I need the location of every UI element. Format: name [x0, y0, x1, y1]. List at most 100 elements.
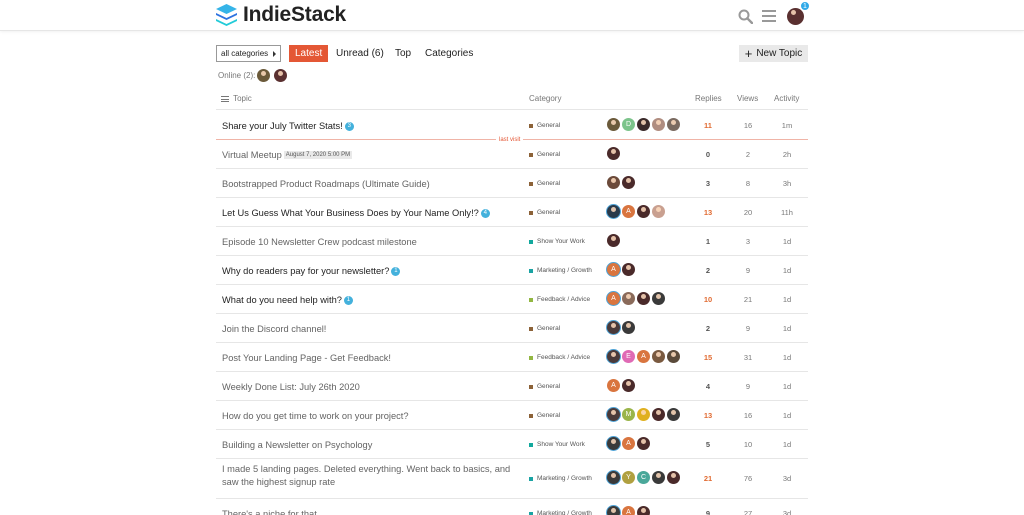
topic-title-link[interactable]: Building a Newsletter on Psychology: [222, 439, 518, 452]
poster-avatar[interactable]: [607, 321, 620, 334]
replies-count[interactable]: 15: [693, 353, 723, 362]
poster-avatar[interactable]: [637, 506, 650, 515]
poster-avatar[interactable]: M: [622, 408, 635, 421]
replies-count[interactable]: 4: [693, 382, 723, 391]
column-activity[interactable]: Activity: [774, 94, 799, 103]
column-topic[interactable]: Topic: [221, 94, 252, 103]
category-badge[interactable]: Show Your Work: [529, 238, 585, 245]
poster-avatar[interactable]: [652, 205, 665, 218]
poster-avatar[interactable]: [622, 321, 635, 334]
activity-time[interactable]: 2h: [772, 150, 802, 159]
online-user-avatar[interactable]: [257, 69, 271, 82]
online-user-avatar[interactable]: [274, 69, 288, 82]
activity-time[interactable]: 1d: [772, 266, 802, 275]
replies-count[interactable]: 13: [693, 411, 723, 420]
poster-avatar[interactable]: C: [637, 471, 650, 484]
replies-count[interactable]: 11: [693, 121, 723, 130]
topic-title-link[interactable]: Virtual Meetup August 7, 2020 5:00 PM: [222, 149, 518, 162]
unread-count-badge[interactable]: 3: [344, 122, 354, 132]
poster-avatar[interactable]: A: [607, 379, 620, 392]
poster-avatar[interactable]: A: [607, 292, 620, 305]
topic-title-link[interactable]: Bootstrapped Product Roadmaps (Ultimate …: [222, 178, 518, 191]
category-badge[interactable]: General: [529, 209, 560, 216]
activity-time[interactable]: 1d: [772, 382, 802, 391]
category-badge[interactable]: General: [529, 180, 560, 187]
poster-avatar[interactable]: [607, 234, 620, 247]
category-badge[interactable]: Show Your Work: [529, 441, 585, 448]
unread-count-badge[interactable]: 1: [391, 267, 401, 277]
poster-avatar[interactable]: [637, 292, 650, 305]
tab-categories[interactable]: Categories: [425, 45, 473, 62]
new-topic-button[interactable]: + New Topic: [739, 45, 808, 62]
activity-time[interactable]: 1d: [772, 440, 802, 449]
activity-time[interactable]: 1m: [772, 121, 802, 130]
topic-title-link[interactable]: I made 5 landing pages. Deleted everythi…: [222, 463, 518, 489]
category-badge[interactable]: General: [529, 412, 560, 419]
replies-count[interactable]: 1: [693, 237, 723, 246]
activity-time[interactable]: 1d: [772, 237, 802, 246]
category-select[interactable]: all categories: [216, 45, 281, 62]
poster-avatar[interactable]: [637, 408, 650, 421]
poster-avatar[interactable]: [607, 408, 620, 421]
activity-time[interactable]: 3d: [772, 509, 802, 515]
poster-avatar[interactable]: [607, 176, 620, 189]
poster-avatar[interactable]: A: [622, 506, 635, 515]
poster-avatar[interactable]: [607, 506, 620, 515]
replies-count[interactable]: 10: [693, 295, 723, 304]
activity-time[interactable]: 3h: [772, 179, 802, 188]
topic-title-link[interactable]: Post Your Landing Page - Get Feedback!: [222, 352, 518, 365]
topic-title-link[interactable]: Weekly Done List: July 26th 2020: [222, 381, 518, 394]
poster-avatar[interactable]: [607, 471, 620, 484]
topic-title-link[interactable]: Share your July Twitter Stats! 3: [222, 120, 518, 133]
topic-title-link[interactable]: How do you get time to work on your proj…: [222, 410, 518, 423]
poster-avatar[interactable]: [622, 263, 635, 276]
activity-time[interactable]: 1d: [772, 353, 802, 362]
tab-top[interactable]: Top: [395, 45, 411, 62]
poster-avatar[interactable]: [622, 292, 635, 305]
poster-avatar[interactable]: [652, 471, 665, 484]
poster-avatar[interactable]: E: [622, 350, 635, 363]
replies-count[interactable]: 3: [693, 179, 723, 188]
unread-count-badge[interactable]: 4: [480, 209, 490, 219]
category-badge[interactable]: General: [529, 325, 560, 332]
poster-avatar[interactable]: A: [637, 350, 650, 363]
activity-time[interactable]: 1d: [772, 411, 802, 420]
poster-avatar[interactable]: [607, 437, 620, 450]
poster-avatar[interactable]: [652, 118, 665, 131]
poster-avatar[interactable]: [667, 118, 680, 131]
replies-count[interactable]: 5: [693, 440, 723, 449]
topic-title-link[interactable]: There's a niche for that: [222, 508, 518, 515]
search-button[interactable]: [734, 5, 756, 27]
replies-count[interactable]: 2: [693, 266, 723, 275]
category-badge[interactable]: Feedback / Advice: [529, 354, 590, 361]
replies-count[interactable]: 2: [693, 324, 723, 333]
poster-avatar[interactable]: [607, 147, 620, 160]
poster-avatar[interactable]: [607, 205, 620, 218]
poster-avatar[interactable]: [652, 350, 665, 363]
poster-avatar[interactable]: A: [622, 437, 635, 450]
column-replies[interactable]: Replies: [695, 94, 722, 103]
user-avatar-button[interactable]: 1: [784, 1, 810, 27]
activity-time[interactable]: 11h: [772, 208, 802, 217]
activity-time[interactable]: 1d: [772, 324, 802, 333]
replies-count[interactable]: 9: [693, 509, 723, 515]
poster-avatar[interactable]: [652, 408, 665, 421]
site-logo[interactable]: IndieStack: [216, 3, 346, 27]
poster-avatar[interactable]: [667, 471, 680, 484]
activity-time[interactable]: 3d: [772, 474, 802, 483]
category-badge[interactable]: General: [529, 383, 560, 390]
topic-title-link[interactable]: Episode 10 Newsletter Crew podcast miles…: [222, 236, 518, 249]
activity-time[interactable]: 1d: [772, 295, 802, 304]
poster-avatar[interactable]: [607, 350, 620, 363]
poster-avatar[interactable]: [637, 118, 650, 131]
column-views[interactable]: Views: [737, 94, 758, 103]
topic-title-link[interactable]: What do you need help with? 1: [222, 294, 518, 307]
menu-button[interactable]: [758, 5, 780, 27]
category-badge[interactable]: Marketing / Growth: [529, 475, 592, 482]
topic-title-link[interactable]: Join the Discord channel!: [222, 323, 518, 336]
poster-avatar[interactable]: Y: [622, 471, 635, 484]
poster-avatar[interactable]: [637, 437, 650, 450]
topic-title-link[interactable]: Let Us Guess What Your Business Does by …: [222, 207, 518, 220]
replies-count[interactable]: 0: [693, 150, 723, 159]
poster-avatar[interactable]: [667, 408, 680, 421]
